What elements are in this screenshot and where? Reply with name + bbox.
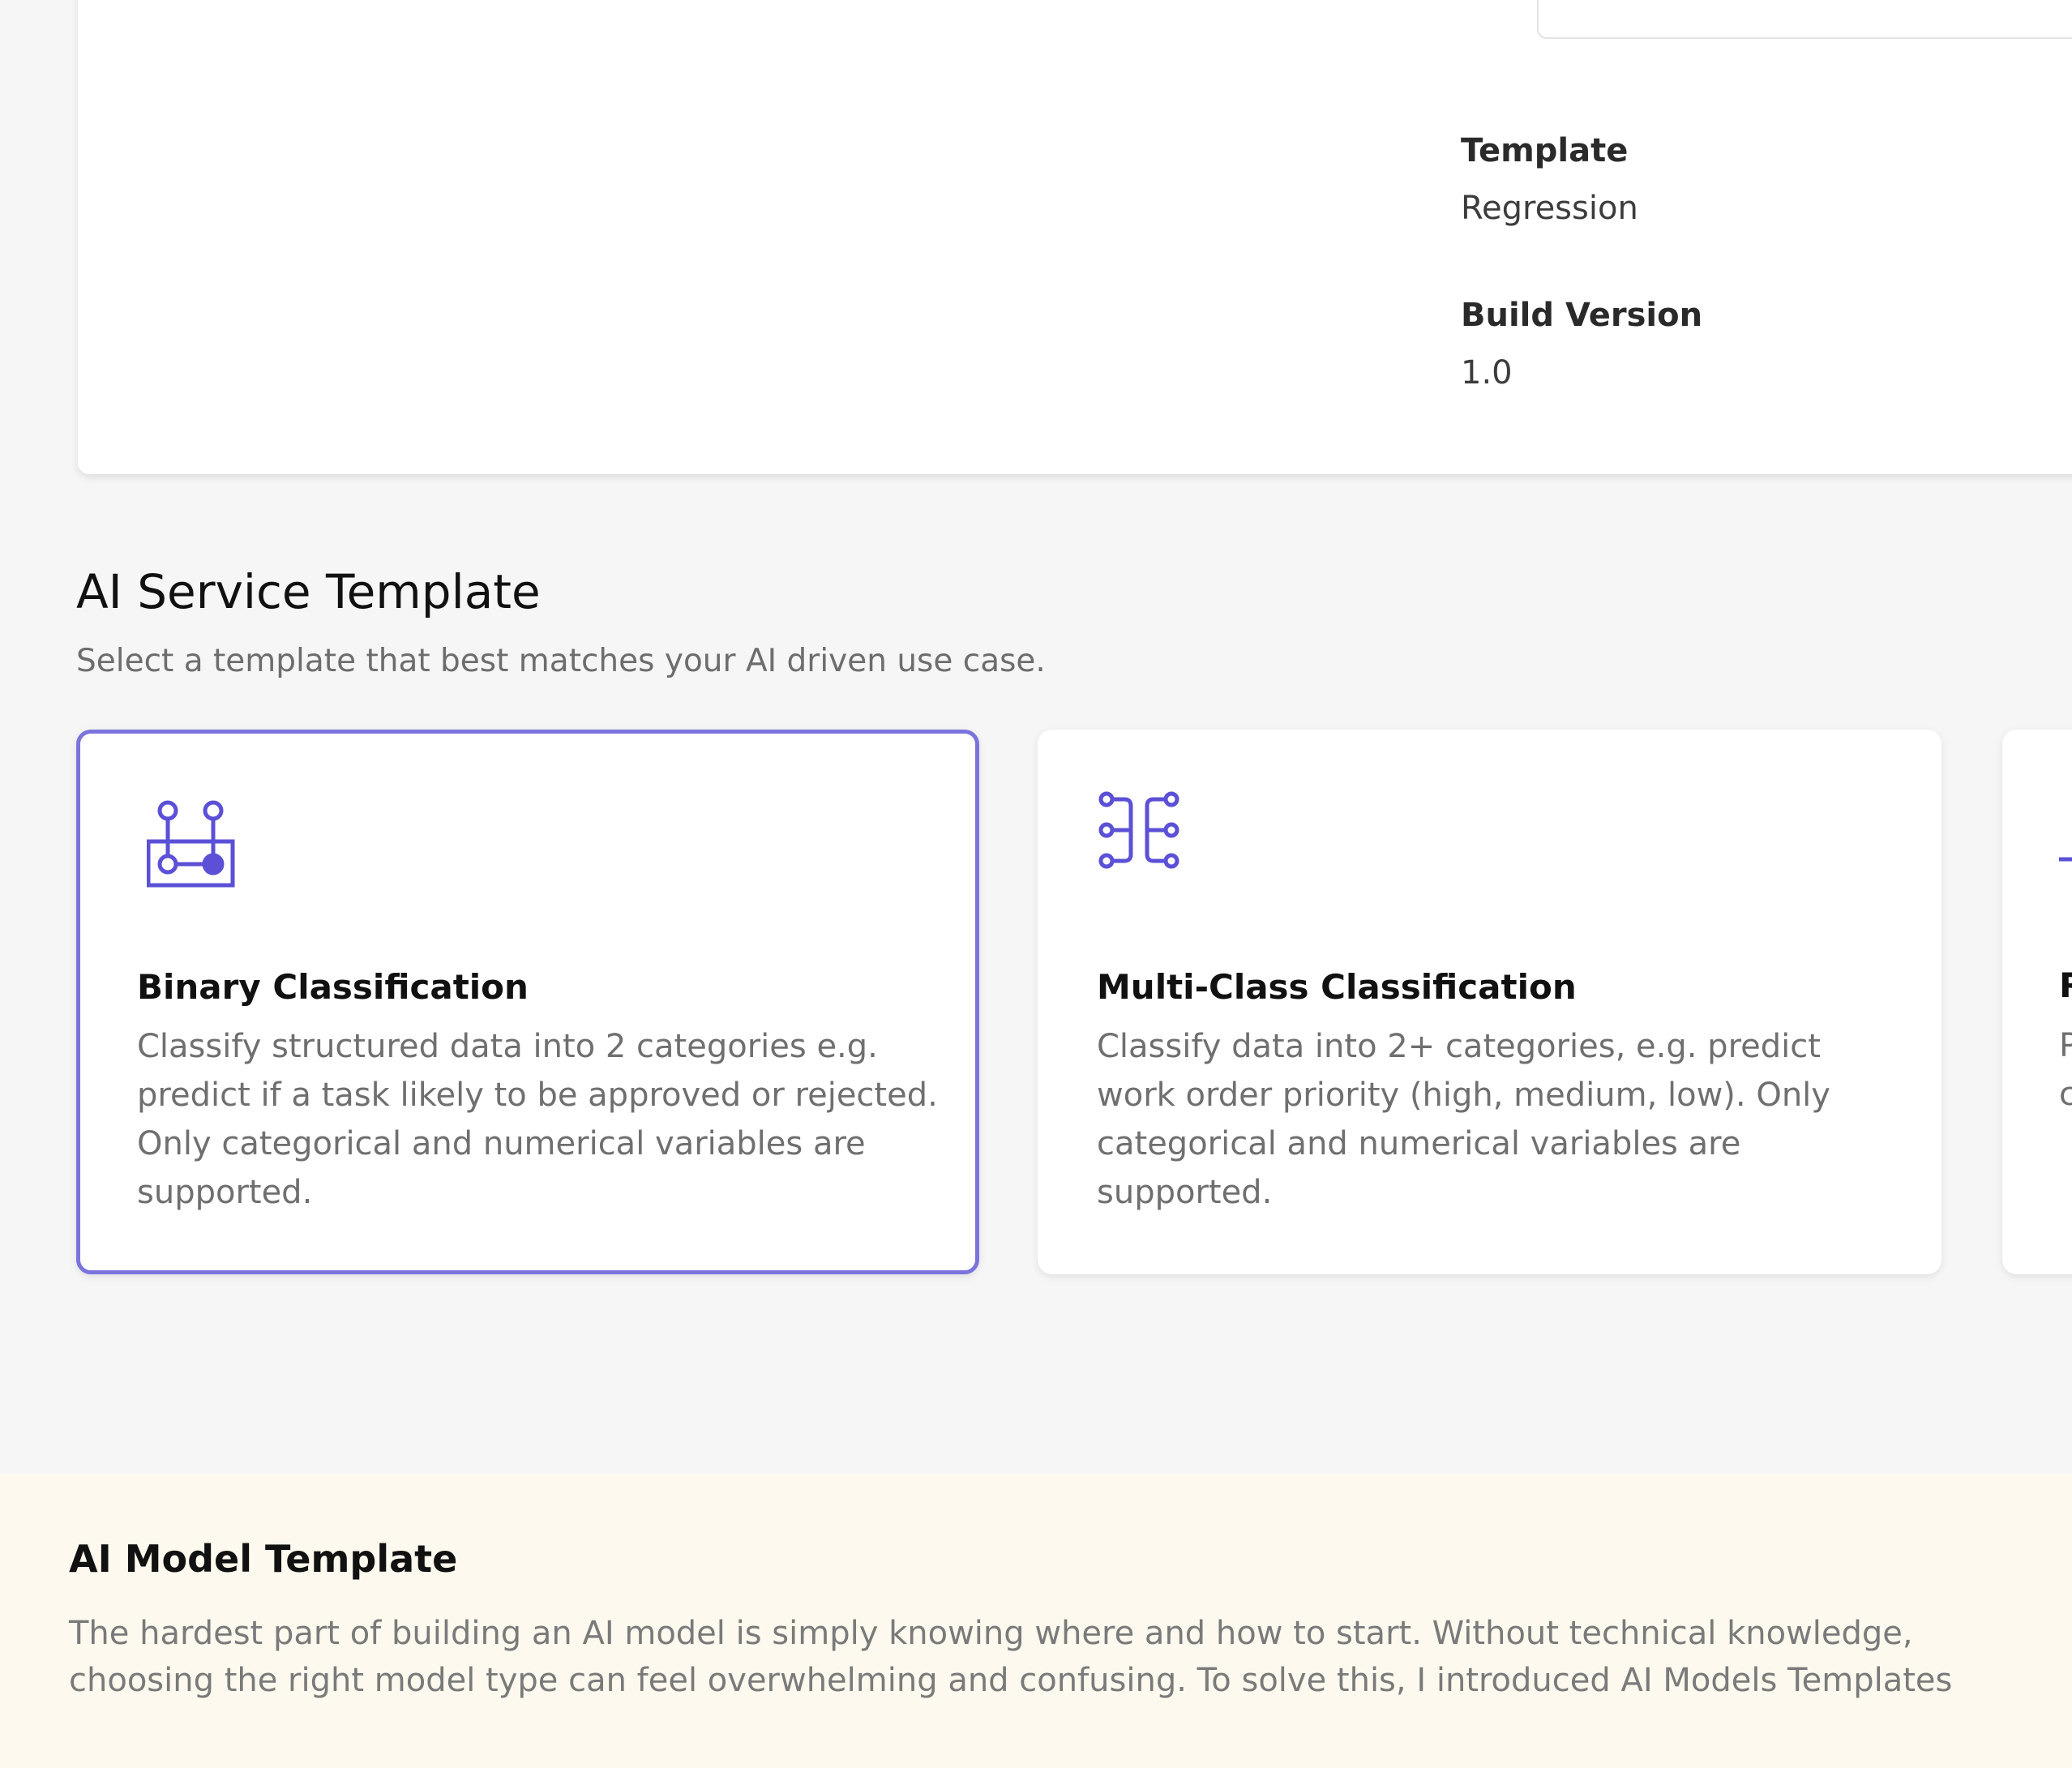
section-title: AI Service Template xyxy=(76,564,541,619)
card-description: Classify data into 2+ categories, e.g. p… xyxy=(1097,1028,1830,1211)
note-body: The hardest part of building an AI model… xyxy=(69,1615,1953,1699)
template-card-regression[interactable]: R P c xyxy=(2002,730,2072,1274)
service-details-card xyxy=(78,0,2072,474)
card-description: Classify structured data into 2 categori… xyxy=(137,1028,938,1211)
regression-icon xyxy=(2059,851,2072,948)
multi-class-classification-icon xyxy=(1097,790,1194,887)
build-version-value: 1.0 xyxy=(1461,354,1513,392)
build-version-label: Build Version xyxy=(1461,297,1703,334)
section-subtitle: Select a template that best matches your… xyxy=(76,643,1046,679)
card-title: R xyxy=(2059,965,2072,1005)
card-description: P c xyxy=(2059,1027,2072,1113)
card-title: Binary Classification xyxy=(137,967,529,1007)
template-card-binary-classification[interactable]: Binary Classification Classify structure… xyxy=(76,730,979,1274)
binary-classification-icon xyxy=(146,794,244,892)
page: Template Regression Build Version 1.0 AI… xyxy=(0,0,2072,1768)
description-input[interactable] xyxy=(1537,0,2072,39)
note-title: AI Model Template xyxy=(69,1537,458,1581)
template-card-multi-class-classification[interactable]: Multi-Class Classification Classify data… xyxy=(1038,730,1941,1274)
case-study-note: AI Model Template The hardest part of bu… xyxy=(0,1474,2072,1768)
card-title: Multi-Class Classification xyxy=(1097,967,1577,1007)
template-field-label: Template xyxy=(1461,132,1629,169)
template-field-value: Regression xyxy=(1461,190,1638,227)
